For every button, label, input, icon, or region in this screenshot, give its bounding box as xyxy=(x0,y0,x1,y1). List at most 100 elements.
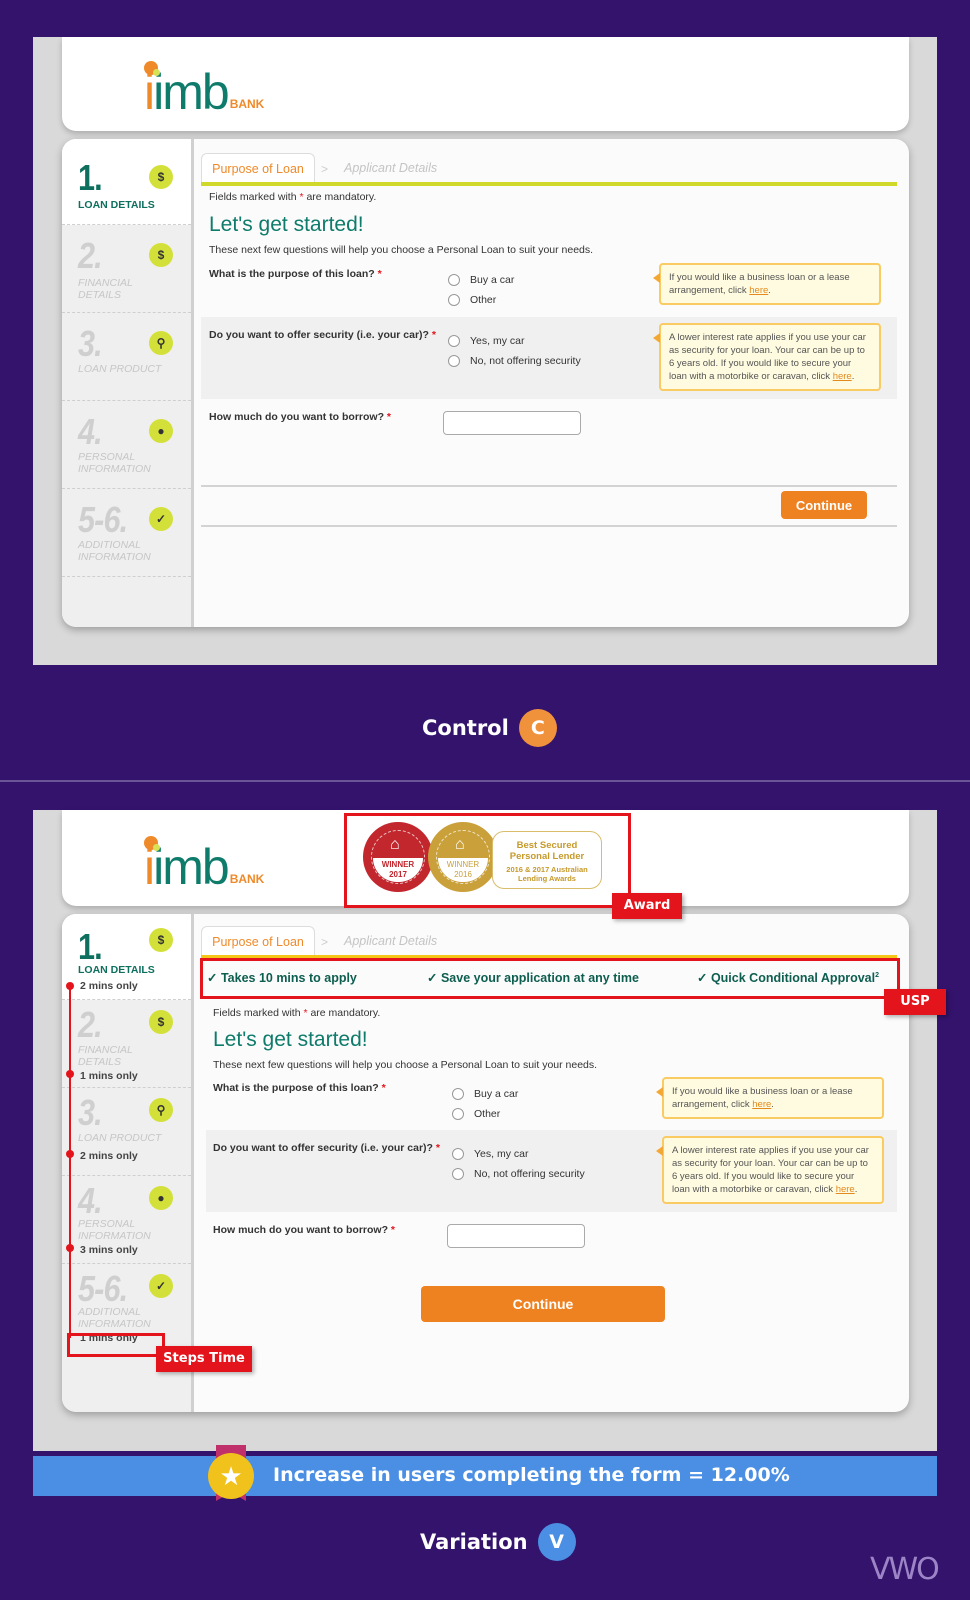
security-link[interactable]: here xyxy=(836,1184,855,1195)
step-loan-details[interactable]: 1. $ LOAN DETAILS xyxy=(62,139,191,225)
dollar-magnifier-icon: ⚲ xyxy=(149,1098,173,1122)
tab-applicant-details[interactable]: Applicant Details xyxy=(344,934,437,948)
control-caption: Control C xyxy=(422,709,557,747)
step-number: 5-6. xyxy=(78,499,128,540)
step-financial-details[interactable]: 2. $ FINANCIAL DETAILS xyxy=(62,225,191,313)
usp-highlight-box xyxy=(200,958,900,999)
continue-button[interactable]: Continue xyxy=(781,491,867,519)
step-loan-product[interactable]: 3. ⚲ LOAN PRODUCT xyxy=(62,313,191,401)
security-tooltip: A lower interest rate applies if you use… xyxy=(656,1136,884,1204)
step-number: 3. xyxy=(78,1092,103,1133)
logo-text: imb xyxy=(153,839,230,895)
result-text: Increase in users completing the form = … xyxy=(273,1464,790,1486)
borrow-amount-label: How much do you want to borrow? * xyxy=(213,1224,396,1236)
security-tooltip: A lower interest rate applies if you use… xyxy=(653,323,881,391)
dollar-check-icon: ✓ xyxy=(149,1274,173,1298)
step-label: LOAN DETAILS xyxy=(78,964,155,976)
radio-yes-my-car[interactable]: Yes, my car xyxy=(452,1148,528,1160)
tab-chevron-icon: > xyxy=(321,935,329,949)
step-loan-details[interactable]: 1. $ LOAN DETAILS 2 mins only xyxy=(62,914,191,1000)
imb-bank-logo[interactable]: iimb BANK xyxy=(144,836,264,895)
timeline-dot xyxy=(66,982,74,990)
tab-applicant-details[interactable]: Applicant Details xyxy=(344,161,437,175)
page-heading: Let's get started! xyxy=(209,213,364,236)
step-number: 5-6. xyxy=(78,1268,128,1309)
step-number: 2. xyxy=(78,235,103,276)
control-badge: C xyxy=(518,709,557,747)
usp-annotation-label: USP xyxy=(884,989,946,1015)
clipboard-dollar-icon: $ xyxy=(149,165,173,189)
step-label: PERSONAL INFORMATION xyxy=(78,451,151,475)
step-label: FINANCIAL DETAILS xyxy=(78,1044,133,1068)
radio-other[interactable]: Other xyxy=(452,1108,500,1120)
security-label: Do you want to offer security (i.e. your… xyxy=(213,1142,440,1154)
radio-buy-a-car[interactable]: Buy a car xyxy=(452,1088,518,1100)
business-loan-tooltip: If you would like a business loan or a l… xyxy=(656,1077,884,1119)
step-financial-details[interactable]: 2. $ FINANCIAL DETAILS 1 mins only xyxy=(62,1000,191,1088)
step-time: 3 mins only xyxy=(80,1244,138,1256)
dollar-magnifier-icon: ⚲ xyxy=(149,331,173,355)
step-label: ADDITIONAL INFORMATION xyxy=(78,539,151,563)
borrow-amount-input[interactable] xyxy=(447,1224,585,1248)
divider xyxy=(201,485,897,487)
loan-purpose-label: What is the purpose of this loan? * xyxy=(213,1082,386,1094)
control-header: iimb BANK xyxy=(62,37,909,131)
loan-purpose-label: What is the purpose of this loan? * xyxy=(209,268,382,280)
award-annotation-label: Award xyxy=(612,893,682,919)
clipboard-dollar-icon: $ xyxy=(149,928,173,952)
step-number: 3. xyxy=(78,323,103,364)
radio-yes-my-car[interactable]: Yes, my car xyxy=(448,335,524,347)
step-label: FINANCIAL DETAILS xyxy=(78,277,133,301)
mandatory-note: Fields marked with * are mandatory. xyxy=(213,1007,381,1019)
step-personal-information[interactable]: 4. ● PERSONAL INFORMATION xyxy=(62,401,191,489)
timeline-dot xyxy=(66,1244,74,1252)
divider xyxy=(201,525,897,527)
radio-other[interactable]: Other xyxy=(448,294,496,306)
step-loan-product[interactable]: 3. ⚲ LOAN PRODUCT 2 mins only xyxy=(62,1088,191,1176)
borrow-amount-input[interactable] xyxy=(443,411,581,435)
intro-text: These next few questions will help you c… xyxy=(209,244,594,256)
dollar-check-icon: ✓ xyxy=(149,507,173,531)
timeline-dot xyxy=(66,1150,74,1158)
intro-text: These next few questions will help you c… xyxy=(213,1059,598,1071)
security-label: Do you want to offer security (i.e. your… xyxy=(209,329,436,341)
control-screenshot: iimb BANK 1. $ LOAN DETAILS 2. $ FINANCI… xyxy=(33,37,937,665)
business-loan-link[interactable]: here xyxy=(749,285,768,296)
form-content: Purpose of Loan > Applicant Details Fiel… xyxy=(201,139,909,627)
steps-sidebar: 1. $ LOAN DETAILS 2. $ FINANCIAL DETAILS… xyxy=(62,139,194,627)
step-label: LOAN DETAILS xyxy=(78,199,155,211)
logo-text: imb xyxy=(153,64,230,120)
steps-time-annotation-label: Steps Time xyxy=(156,1346,252,1372)
continue-button[interactable]: Continue xyxy=(421,1286,665,1322)
imb-bank-logo[interactable]: iimb BANK xyxy=(144,61,265,120)
variation-caption: Variation V xyxy=(420,1523,576,1561)
business-loan-link[interactable]: here xyxy=(752,1099,771,1110)
variation-label: Variation xyxy=(420,1530,528,1554)
page-heading: Let's get started! xyxy=(213,1028,368,1051)
radio-buy-a-car[interactable]: Buy a car xyxy=(448,274,514,286)
step-number: 4. xyxy=(78,411,103,452)
mandatory-note: Fields marked with * are mandatory. xyxy=(209,191,377,203)
step-number: 4. xyxy=(78,1180,103,1221)
award-highlight-box xyxy=(344,813,631,908)
step-number: 1. xyxy=(78,157,103,198)
step-time: 2 mins only xyxy=(80,1150,138,1162)
step-label: LOAN PRODUCT xyxy=(78,1132,162,1144)
logo-bank-text: BANK xyxy=(229,97,265,111)
clipboard-person-icon: ● xyxy=(149,1186,173,1210)
radio-no-security[interactable]: No, not offering security xyxy=(452,1168,585,1180)
step-label: PERSONAL INFORMATION xyxy=(78,1218,151,1242)
tab-underline xyxy=(201,182,897,186)
step-personal-information[interactable]: 4. ● PERSONAL INFORMATION 3 mins only xyxy=(62,1176,191,1264)
star-medal-icon: ★ xyxy=(208,1453,254,1499)
tab-purpose-of-loan[interactable]: Purpose of Loan xyxy=(201,153,315,183)
section-divider xyxy=(0,780,970,782)
dollar-sign-pen-icon: $ xyxy=(149,243,173,267)
tab-chevron-icon: > xyxy=(321,162,329,176)
step-time: 1 mins only xyxy=(80,1070,138,1082)
step-number: 2. xyxy=(78,1004,103,1045)
step-additional-information[interactable]: 5-6. ✓ ADDITIONAL INFORMATION xyxy=(62,489,191,577)
security-link[interactable]: here xyxy=(833,371,852,382)
radio-no-security[interactable]: No, not offering security xyxy=(448,355,581,367)
tab-purpose-of-loan[interactable]: Purpose of Loan xyxy=(201,926,315,956)
